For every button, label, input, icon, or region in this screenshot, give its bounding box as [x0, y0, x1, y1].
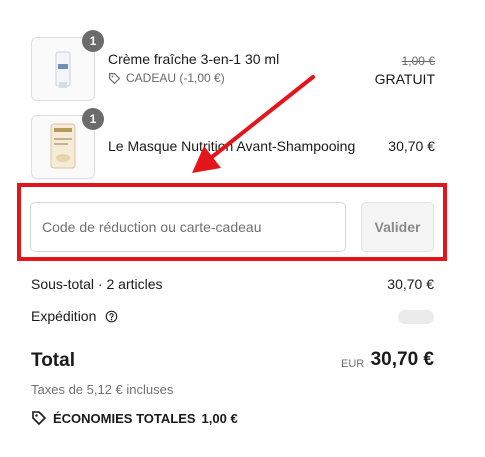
shipping-value-placeholder	[398, 310, 434, 324]
total-label: Total	[31, 350, 75, 371]
item-price: 30,70 €	[388, 138, 435, 154]
quantity-badge: 1	[82, 30, 104, 52]
original-price: 1,00 €	[401, 54, 435, 68]
shipping-label: Expédition	[31, 308, 97, 324]
subtotal-label: Sous-total · 2 articles	[31, 276, 163, 292]
tag-icon	[109, 72, 121, 84]
quantity-badge: 1	[82, 108, 104, 130]
product-thumbnail-cream: 1	[31, 30, 104, 101]
gift-badge-label: CADEAU (-1,00 €)	[126, 71, 225, 85]
apply-code-button[interactable]: Valider	[361, 202, 434, 252]
savings-label: ÉCONOMIES TOTALES	[53, 410, 196, 426]
subtotal-row: Sous-total · 2 articles 30,70 €	[31, 276, 434, 292]
line-item: 1 Le Masque Nutrition Avant-Shampooing 3…	[31, 108, 435, 179]
savings-value: 1,00 €	[201, 410, 238, 426]
item-price: GRATUIT	[374, 71, 435, 87]
product-thumbnail-mask: 1	[31, 108, 104, 179]
gift-badge: CADEAU (-1,00 €)	[108, 71, 225, 85]
currency-code: EUR	[341, 358, 365, 370]
help-circle-icon[interactable]	[105, 310, 118, 323]
product-name: Le Masque Nutrition Avant-Shampooing	[108, 138, 356, 154]
tax-note: Taxes de 5,12 € incluses	[31, 382, 174, 397]
discount-code-input[interactable]	[30, 202, 346, 252]
shipping-row: Expédition	[31, 308, 434, 324]
subtotal-value: 30,70 €	[387, 276, 434, 292]
total-savings: ÉCONOMIES TOTALES 1,00 €	[31, 410, 238, 426]
product-name: Crème fraîche 3-en-1 30 ml	[108, 51, 280, 67]
total-amount: 30,70 €	[370, 349, 434, 370]
line-item: 1 Crème fraîche 3-en-1 30 ml CADEAU (-1,…	[31, 30, 435, 101]
tag-icon	[32, 411, 47, 426]
